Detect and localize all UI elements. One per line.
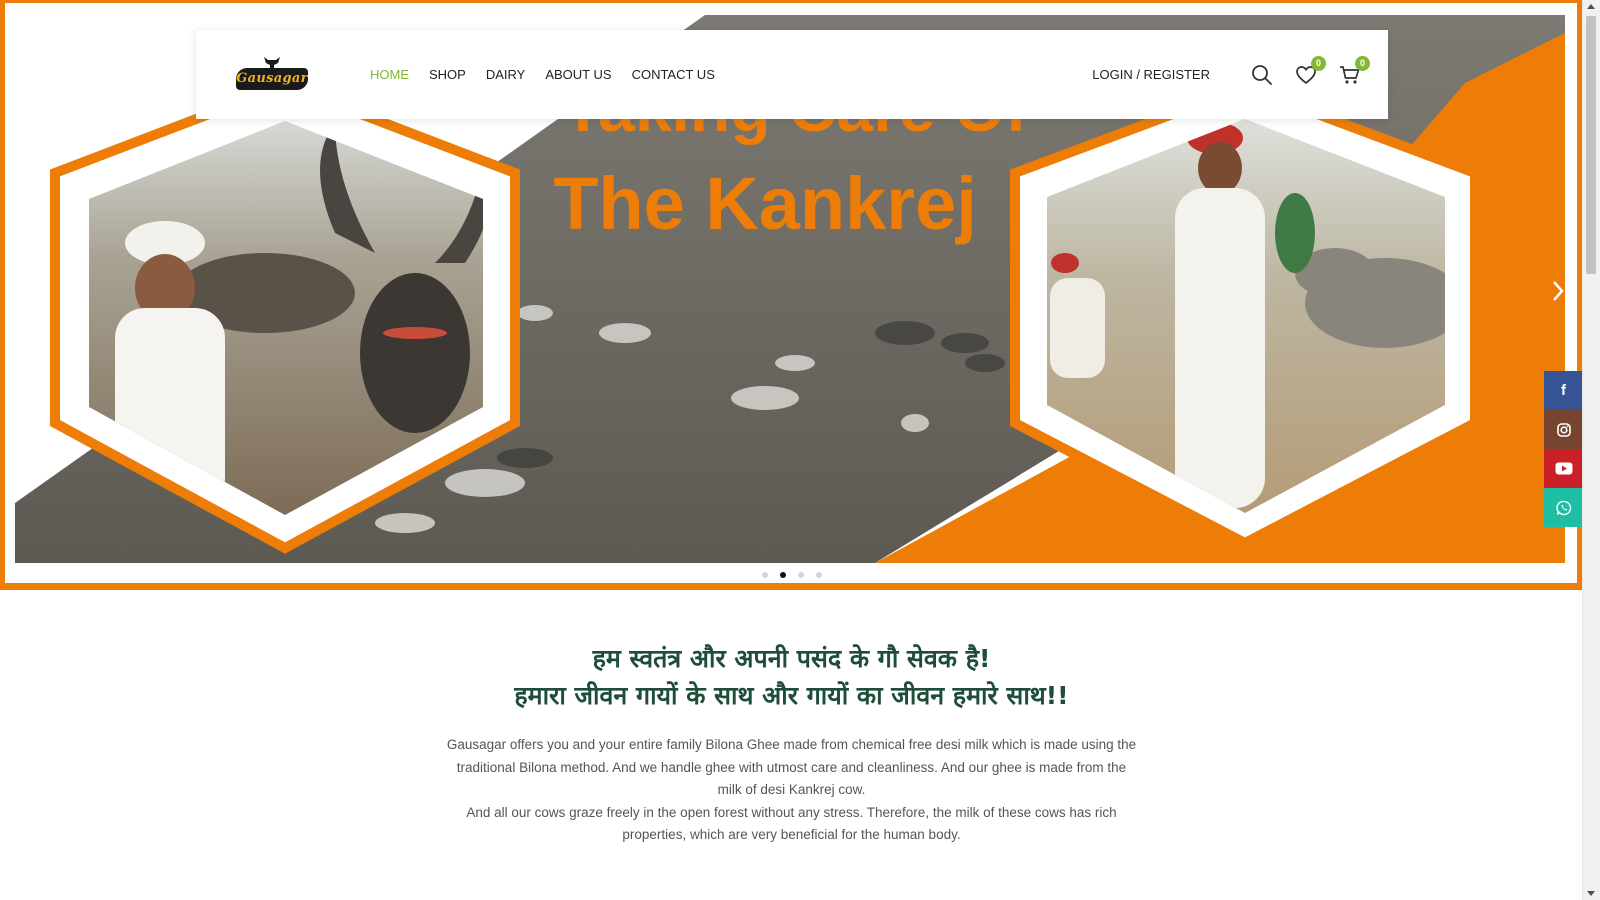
slider-prev-arrow[interactable]	[12, 276, 32, 306]
nav-dairy[interactable]: DAIRY	[486, 67, 526, 82]
slider-next-arrow[interactable]	[1548, 276, 1568, 306]
social-sidebar: f	[1544, 371, 1583, 527]
page-scrollbar[interactable]	[1582, 0, 1600, 900]
site-header: Gausagar HOME SHOP DAIRY ABOUT US CONTAC…	[196, 30, 1388, 119]
whatsapp-button[interactable]	[1544, 488, 1583, 527]
wishlist-count-badge: 0	[1311, 55, 1326, 71]
header-actions: LOGIN / REGISTER 0 0	[1092, 30, 1370, 119]
logo-text: Gausagar	[236, 68, 308, 90]
instagram-button[interactable]	[1544, 410, 1583, 449]
site-logo[interactable]: Gausagar	[236, 54, 308, 94]
intro-section: हम स्वतंत्र और अपनी पसंद के गौ सेवक है! …	[0, 640, 1583, 847]
main-nav: HOME SHOP DAIRY ABOUT US CONTACT US	[370, 30, 735, 119]
facebook-button[interactable]: f	[1544, 371, 1583, 410]
intro-description: Gausagar offers you and your entire fami…	[447, 734, 1137, 847]
search-icon[interactable]	[1250, 63, 1274, 87]
nav-shop[interactable]: SHOP	[429, 67, 466, 82]
nav-contact-us[interactable]: CONTACT US	[632, 67, 715, 82]
scrollbar-thumb[interactable]	[1586, 16, 1596, 274]
nav-about-us[interactable]: ABOUT US	[545, 67, 611, 82]
scroll-up-arrow-icon[interactable]	[1587, 4, 1595, 9]
intro-heading-line1: हम स्वतंत्र और अपनी पसंद के गौ सेवक है!	[592, 644, 991, 673]
nav-home[interactable]: HOME	[370, 67, 409, 82]
instagram-icon	[1556, 422, 1571, 437]
slider-dot-2[interactable]	[779, 572, 786, 578]
facebook-icon: f	[1561, 382, 1566, 399]
slider-dot-3[interactable]	[797, 572, 804, 578]
intro-paragraph-2: And all our cows graze freely in the ope…	[466, 804, 1117, 843]
intro-paragraph-1: Gausagar offers you and your entire fami…	[446, 737, 1137, 797]
cart-count-badge: 0	[1355, 55, 1370, 71]
whatsapp-icon	[1555, 500, 1571, 515]
slider-pagination	[0, 572, 1583, 578]
youtube-button[interactable]	[1544, 449, 1583, 488]
banner-title-line2: The Kankrej	[553, 162, 977, 245]
youtube-icon	[1555, 462, 1572, 475]
intro-heading: हम स्वतंत्र और अपनी पसंद के गौ सेवक है! …	[0, 640, 1583, 714]
intro-heading-line2: हमारा जीवन गायों के साथ और गायों का जीवन…	[514, 681, 1069, 710]
login-register-link[interactable]: LOGIN / REGISTER	[1092, 67, 1210, 82]
scroll-down-arrow-icon[interactable]	[1587, 891, 1595, 896]
wishlist-button[interactable]: 0	[1294, 55, 1326, 87]
cart-button[interactable]: 0	[1338, 55, 1370, 87]
slider-dot-1[interactable]	[761, 572, 768, 578]
slider-dot-4[interactable]	[815, 572, 822, 578]
